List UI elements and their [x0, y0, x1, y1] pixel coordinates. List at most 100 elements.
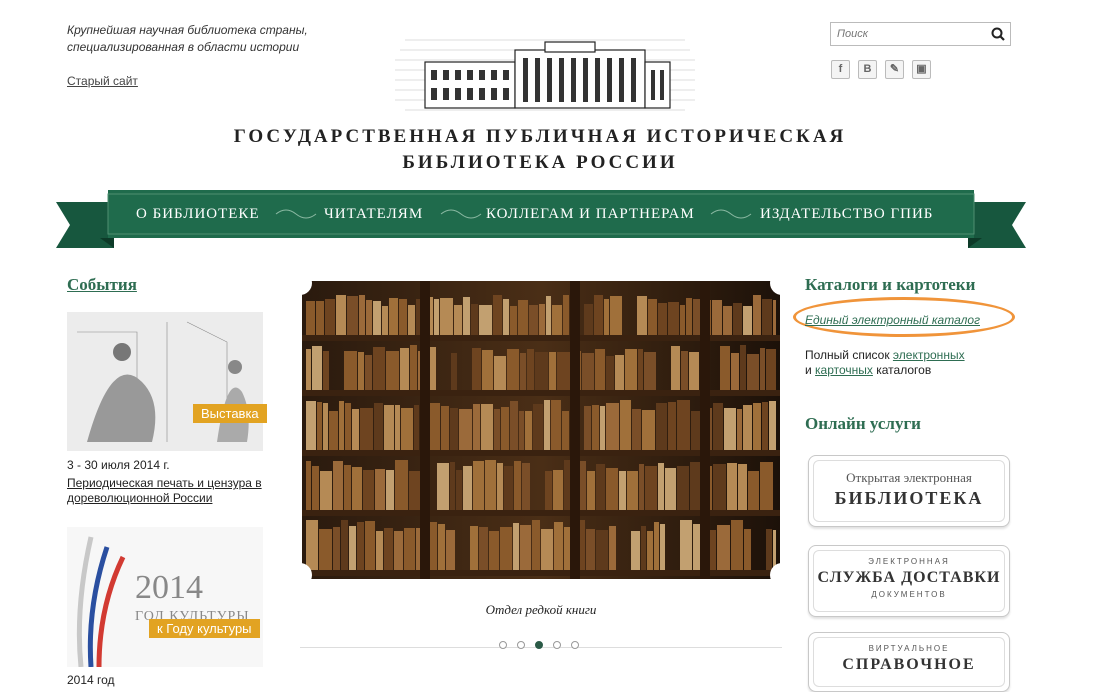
book-spine: [494, 356, 506, 390]
book-spine: [562, 411, 569, 450]
book-spine: [384, 405, 394, 450]
virtual-reference-card[interactable]: ВИРТУАЛЬНОЕ СПРАВОЧНОЕ: [808, 632, 1010, 692]
book-spine: [689, 352, 699, 390]
book-spine: [680, 520, 692, 570]
book-spine: [658, 303, 667, 335]
nav-colleagues-partners[interactable]: КОЛЛЕГАМ И ПАРТНЕРАМ: [486, 206, 695, 223]
book-spine: [642, 410, 655, 450]
year-text: 2014: [135, 569, 203, 606]
book-spine: [441, 406, 449, 450]
nav-readers[interactable]: ЧИТАТЕЛЯМ: [324, 206, 423, 223]
book-spine: [459, 409, 472, 450]
book-spine: [401, 408, 413, 450]
online-services-heading: Онлайн услуги: [805, 414, 921, 433]
book-spine: [773, 300, 776, 335]
book-spine: [619, 471, 626, 510]
book-spine: [693, 299, 701, 335]
card-catalogs-link[interactable]: карточных: [815, 363, 873, 377]
book-spine: [525, 411, 532, 450]
livejournal-icon[interactable]: ✎: [885, 60, 904, 79]
book-spine: [395, 460, 408, 510]
slider-dot-2[interactable]: [517, 641, 525, 649]
book-spine: [753, 295, 761, 335]
slider-dot-4[interactable]: [553, 641, 561, 649]
slider-image-rare-books[interactable]: [300, 275, 782, 583]
book-spine: [713, 464, 726, 510]
book-spine: [641, 526, 646, 570]
title-line-1: ГОСУДАРСТВЕННАЯ ПУБЛИЧНАЯ ИСТОРИЧЕСКАЯ: [233, 126, 847, 147]
book-spine: [395, 405, 400, 450]
event-image-exhibition[interactable]: [67, 312, 263, 451]
search-input[interactable]: [831, 23, 993, 45]
book-spine: [352, 467, 362, 510]
shelf-post: [700, 281, 710, 579]
book-spine: [713, 403, 723, 450]
vkontakte-icon[interactable]: B: [858, 60, 877, 79]
slider-dot-1[interactable]: [499, 641, 507, 649]
book-spine: [631, 531, 640, 570]
book-spine: [410, 345, 417, 390]
book-spine: [738, 464, 747, 510]
book-spine: [316, 301, 324, 335]
site-tagline: Крупнейшая научная библиотека страны, сп…: [67, 23, 308, 54]
open-e-library-card[interactable]: Открытая электронная БИБЛИОТЕКА: [808, 455, 1010, 527]
event-date-2: 2014 год: [67, 673, 115, 687]
book-spine: [333, 527, 340, 570]
book-spine: [527, 349, 534, 390]
book-spine: [306, 301, 315, 335]
book-spine: [677, 400, 690, 450]
book-spine: [386, 351, 399, 390]
book-spine: [399, 299, 407, 335]
book-spine: [596, 464, 605, 510]
book-spine: [671, 346, 680, 390]
book-spine: [434, 299, 439, 335]
book-spine: [325, 299, 335, 335]
book-spine: [344, 351, 357, 390]
book-spine: [463, 297, 470, 335]
engraving-illustration: [67, 312, 263, 451]
book-spine: [762, 402, 768, 450]
facebook-icon[interactable]: f: [831, 60, 850, 79]
book-spine: [520, 525, 531, 570]
events-heading[interactable]: События: [67, 275, 137, 295]
rss-icon[interactable]: ▣: [912, 60, 931, 79]
nav-publishing-house[interactable]: ИЗДАТЕЛЬСТВО ГПИБ: [760, 206, 933, 223]
book-spine: [658, 463, 664, 510]
book-spine: [323, 403, 328, 450]
book-spine: [584, 304, 593, 335]
book-spine: [632, 409, 641, 450]
search-icon[interactable]: [990, 26, 1006, 42]
book-spine: [510, 401, 518, 450]
book-spine: [450, 408, 458, 450]
book-spine: [494, 409, 500, 450]
book-spine: [587, 471, 595, 510]
book-spine: [551, 400, 561, 450]
book-spine: [731, 520, 743, 570]
event-title-link[interactable]: Периодическая печать и цензура в доревол…: [67, 476, 272, 506]
document-delivery-card[interactable]: ЭЛЕКТРОННАЯ СЛУЖБА ДОСТАВКИ ДОКУМЕНТОВ: [808, 545, 1010, 617]
book-spine: [451, 353, 457, 390]
event-image-year-of-culture[interactable]: 2014 ГОД КУЛЬТУРЫ: [67, 527, 263, 667]
library-building-logo[interactable]: [395, 20, 695, 120]
electronic-catalogs-link[interactable]: электронных: [893, 348, 965, 362]
old-site-link[interactable]: Старый сайт: [67, 74, 138, 88]
book-spine: [606, 468, 618, 510]
book-spine: [766, 529, 772, 570]
slider-dot-5[interactable]: [571, 641, 579, 649]
book-spine: [760, 348, 765, 390]
book-spine: [507, 349, 519, 390]
book-spine: [470, 526, 478, 570]
book-spine: [481, 404, 493, 450]
book-spine: [681, 351, 688, 390]
slider-dot-3[interactable]: [535, 641, 543, 649]
book-spine: [456, 470, 462, 510]
catalogs-description: Полный список электронных и карточных ка…: [805, 348, 965, 377]
book-spine: [582, 353, 594, 390]
book-spine: [493, 295, 502, 335]
book-spine: [737, 409, 742, 450]
book-spine: [329, 411, 338, 450]
unified-catalog-link[interactable]: Единый электронный каталог: [805, 313, 980, 327]
nav-about-library[interactable]: О БИБЛИОТЕКЕ: [136, 206, 260, 223]
book-spine: [554, 522, 563, 570]
book-spine: [375, 469, 385, 510]
